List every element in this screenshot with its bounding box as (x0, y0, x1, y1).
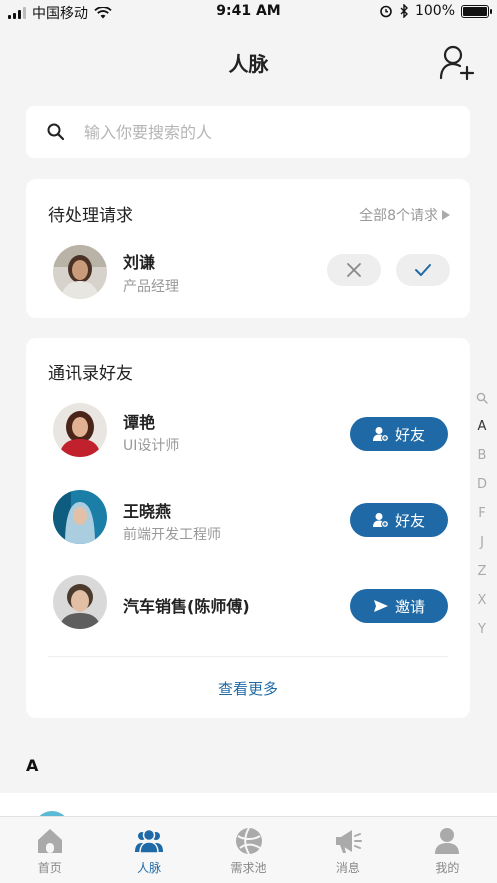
invite-button[interactable]: 邀请 (350, 589, 448, 623)
battery-icon (461, 4, 492, 18)
index-letter[interactable]: Y (478, 615, 486, 644)
megaphone-icon (335, 830, 362, 853)
accept-button[interactable] (396, 254, 450, 286)
close-icon (347, 263, 361, 277)
see-more-link[interactable]: 查看更多 (26, 678, 470, 699)
requester-role: 产品经理 (123, 279, 179, 295)
index-letter[interactable]: A (478, 412, 487, 441)
alphabet-index[interactable]: A B D F J Z X Y (475, 392, 489, 644)
tab-label: 首页 (37, 861, 62, 875)
home-icon (37, 829, 62, 853)
avatar[interactable] (53, 245, 107, 299)
add-friend-label: 好友 (394, 425, 425, 444)
user-icon (435, 828, 460, 854)
requester-name: 刘谦 (123, 253, 156, 272)
pending-requests-title: 待处理请求 (48, 206, 133, 226)
tab-messages[interactable]: 消息 (298, 817, 397, 883)
index-letter[interactable]: B (478, 441, 487, 470)
send-icon (373, 600, 388, 612)
pending-requests-card: 待处理请求 全部8个请求 刘谦 产品经理 (26, 179, 470, 318)
index-letter[interactable]: F (478, 499, 485, 528)
avatar[interactable] (53, 403, 107, 457)
divider (48, 656, 448, 657)
search-icon[interactable] (476, 392, 488, 406)
avatar[interactable] (53, 490, 107, 544)
battery-percent: 100% (414, 3, 455, 19)
add-friend-button[interactable]: 好友 (350, 417, 448, 451)
all-requests-label: 全部8个请求 (359, 208, 438, 224)
tab-bar: 首页 人脉 需求池 消息 我的 (0, 816, 497, 883)
tab-home[interactable]: 首页 (0, 817, 99, 883)
invite-label: 邀请 (394, 597, 425, 616)
contact-name: 王晓燕 (123, 502, 172, 521)
alarm-icon (380, 5, 392, 18)
add-user-icon[interactable] (439, 44, 475, 82)
contacts-title: 通讯录好友 (48, 364, 133, 384)
contact-name: 汽车销售(陈师傅) (123, 597, 250, 616)
contacts-card: 通讯录好友 谭艳 UI设计师 好友 王晓燕 前端开发工程师 好友 汽车销售(陈师… (26, 338, 470, 718)
search-icon (47, 123, 65, 141)
add-friend-label: 好友 (394, 511, 425, 530)
tab-label: 我的 (435, 861, 460, 875)
bluetooth-icon (400, 4, 408, 18)
status-bar: 中国移动 9:41 AM 100% (0, 0, 497, 24)
all-requests-link[interactable]: 全部8个请求 (359, 205, 450, 225)
tab-demand-pool[interactable]: 需求池 (199, 817, 298, 883)
add-friend-button[interactable]: 好友 (350, 503, 448, 537)
contact-role: 前端开发工程师 (123, 527, 221, 543)
index-letter[interactable]: Z (478, 557, 487, 586)
user-plus-icon (372, 427, 389, 442)
contact-role: UI设计师 (123, 438, 180, 454)
contacts-icon (135, 828, 164, 854)
section-header: A (26, 756, 39, 775)
tab-label: 人脉 (137, 861, 162, 875)
avatar[interactable] (53, 575, 107, 629)
search-input[interactable] (84, 122, 414, 142)
globe-icon (235, 827, 262, 855)
tab-label: 需求池 (230, 861, 267, 875)
triangle-right-icon (442, 210, 450, 220)
tab-me[interactable]: 我的 (398, 817, 497, 883)
contact-name: 谭艳 (123, 413, 156, 432)
tab-contacts[interactable]: 人脉 (99, 817, 198, 883)
index-letter[interactable]: D (477, 470, 487, 499)
reject-button[interactable] (327, 254, 381, 286)
search-bar[interactable] (26, 106, 470, 158)
tab-label: 消息 (335, 861, 360, 875)
index-letter[interactable]: J (480, 528, 484, 557)
check-icon (415, 264, 431, 276)
page-title: 人脉 (228, 52, 269, 76)
user-plus-icon (372, 513, 389, 528)
index-letter[interactable]: X (478, 586, 487, 615)
